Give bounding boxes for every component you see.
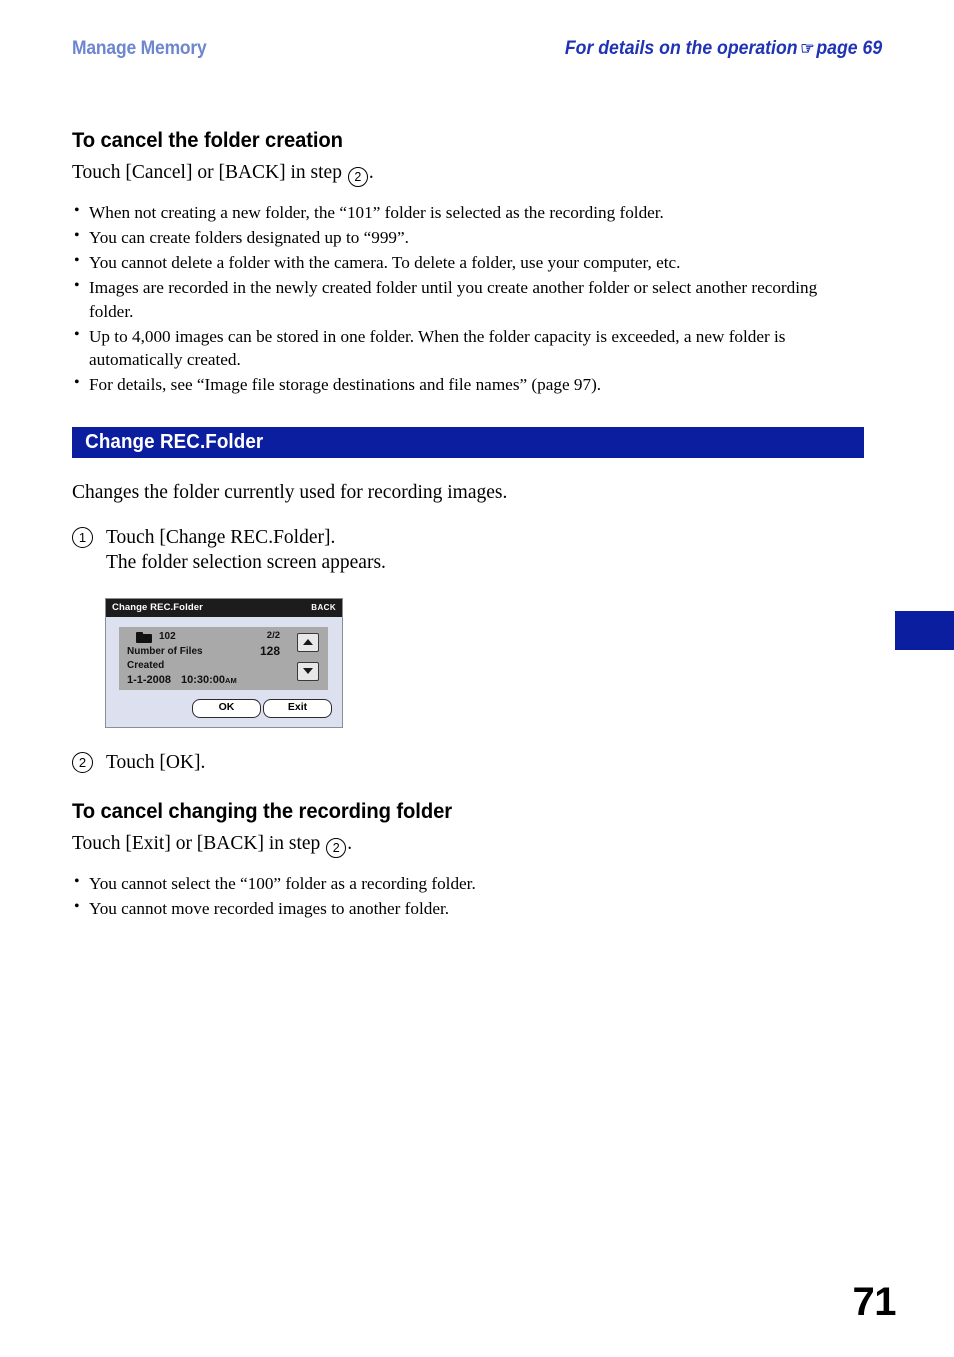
step-2-text: Touch [OK].	[106, 751, 206, 773]
running-head-chapter: Manage Memory	[72, 38, 207, 59]
running-head-reference: For details on the operation ☞page 69	[565, 38, 882, 60]
figure-folder-name: 102	[159, 630, 176, 642]
figure-number-of-files-label: Number of Files	[127, 645, 203, 657]
running-head-reference-page: page 69	[816, 38, 882, 59]
figure-page-counter: 2/2	[266, 629, 280, 641]
list-item: Up to 4,000 images can be stored in one …	[72, 324, 864, 373]
figure-created-label: Created	[127, 659, 165, 671]
step-1: 1 Touch [Change REC.Folder]. The folder …	[72, 525, 864, 576]
figure-back-button[interactable]: BACK	[311, 603, 336, 612]
list-item: Images are recorded in the newly created…	[72, 275, 864, 324]
notes-list-folder-creation: When not creating a new folder, the “101…	[72, 200, 864, 397]
paragraph-text: Touch [Exit] or [BACK] in step	[72, 833, 326, 855]
thumb-index-tab	[895, 611, 954, 650]
figure-folder-info-panel: 102 2/2 Number of Files 128 Created 1-1-…	[119, 626, 286, 690]
triangle-up-icon	[303, 639, 313, 646]
list-item: When not creating a new folder, the “101…	[72, 200, 864, 225]
triangle-down-icon	[303, 668, 313, 675]
pointing-hand-icon: ☞	[800, 39, 815, 58]
figure-created-time: 10:30:00AM	[181, 674, 237, 686]
paragraph-suffix: .	[368, 162, 374, 183]
figure-scroll-up-button[interactable]	[297, 632, 319, 652]
list-item: You cannot move recorded images to anoth…	[72, 896, 864, 921]
paragraph-cancel-changing-recording-folder: Touch [Exit] or [BACK] in step 2.	[72, 832, 864, 859]
list-item: For details, see “Image file storage des…	[72, 372, 864, 397]
paragraph-text: Touch [Cancel] or [BACK] in step	[72, 162, 347, 183]
figure-created-date: 1-1-2008	[127, 673, 172, 686]
heading-cancel-folder-creation: To cancel the folder creation	[72, 128, 343, 152]
running-head: Manage Memory For details on the operati…	[72, 38, 882, 66]
step-number-badge: 2	[347, 167, 368, 187]
heading-cancel-changing-recording-folder: To cancel changing the recording folder	[72, 799, 453, 824]
paragraph-intro-change-rec-folder: Changes the folder currently used for re…	[72, 482, 508, 504]
page-content: To cancel the folder creation Touch [Can…	[72, 128, 864, 922]
list-item: You cannot select the “100” folder as a …	[72, 871, 864, 896]
step-number-badge: 2	[326, 838, 347, 859]
step-1-number: 1	[72, 527, 93, 549]
figure-ok-button[interactable]: OK	[192, 698, 261, 718]
figure-created-time-value: 10:30:00	[181, 673, 226, 686]
step-1-line-2: The folder selection screen appears.	[106, 552, 386, 574]
running-head-reference-text: For details on the operation	[564, 38, 798, 59]
figure-screen-title: Change REC.Folder	[112, 602, 203, 614]
figure-screen-body: 102 2/2 Number of Files 128 Created 1-1-…	[106, 617, 342, 729]
paragraph-cancel-folder-creation: Touch [Cancel] or [BACK] in step 2.	[72, 161, 864, 187]
figure-exit-button[interactable]: Exit	[263, 698, 332, 718]
figure-folder-selection-screen: Change REC.Folder BACK 102 2/2 Number of…	[105, 597, 343, 729]
step-1-line-1: Touch [Change REC.Folder].	[106, 527, 336, 549]
figure-title-bar: Change REC.Folder BACK	[106, 598, 342, 617]
figure-created-time-ampm: AM	[225, 675, 237, 685]
paragraph-suffix: .	[347, 833, 353, 855]
section-banner-title: Change REC.Folder	[85, 431, 264, 454]
list-item: You can create folders designated up to …	[72, 225, 864, 250]
figure-scroll-band	[286, 626, 328, 690]
step-2-number: 2	[72, 751, 93, 773]
step-2: 2 Touch [OK].	[72, 750, 864, 775]
notes-list-recording-folder: You cannot select the “100” folder as a …	[72, 871, 864, 921]
figure-number-of-files-value: 128	[259, 643, 280, 658]
section-banner-change-rec-folder: Change REC.Folder	[72, 427, 864, 459]
page-number: 71	[852, 1280, 897, 1324]
figure-scroll-down-button[interactable]	[297, 661, 319, 681]
list-item: You cannot delete a folder with the came…	[72, 250, 864, 275]
folder-icon	[136, 631, 152, 643]
